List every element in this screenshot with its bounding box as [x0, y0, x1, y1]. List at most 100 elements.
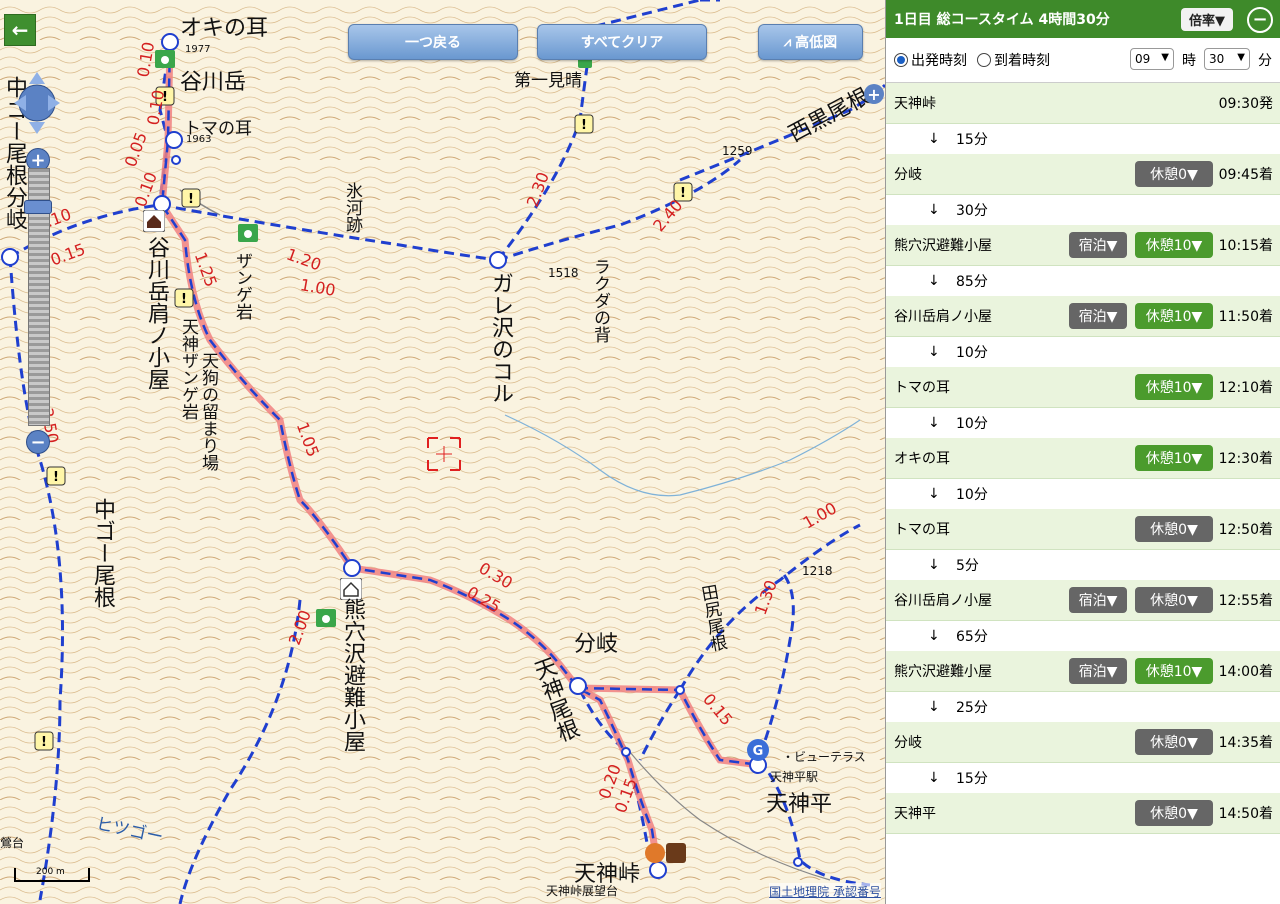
depart-radio[interactable] — [894, 53, 908, 67]
label-alt-1259: 1259 — [722, 144, 753, 158]
warning-icon[interactable]: ! — [181, 188, 201, 208]
rest-dropdown[interactable]: 休憩10▼ — [1135, 658, 1213, 684]
waypoint-name: 熊穴沢避難小屋 — [894, 664, 992, 680]
ropeway-station-icon[interactable]: G — [746, 738, 770, 762]
rest-dropdown[interactable]: 休憩10▼ — [1135, 303, 1213, 329]
segment-row: ↓ 25分 — [886, 692, 1280, 722]
warning-icon[interactable]: ! — [174, 288, 194, 308]
label-tenjindaira-station: 天神平駅 — [770, 770, 819, 784]
rest-dropdown[interactable]: 休憩0▼ — [1135, 516, 1213, 542]
camera-icon[interactable] — [316, 609, 336, 627]
stay-dropdown[interactable]: 宿泊▼ — [1069, 303, 1127, 329]
rest-dropdown[interactable]: 休憩0▼ — [1135, 729, 1213, 755]
svg-text:!: ! — [581, 118, 587, 133]
segment-duration: 30分 — [956, 203, 988, 219]
label-tenjin-zange: 天神ザンゲ岩 — [178, 318, 198, 420]
label-zange: ザンゲ岩 — [232, 252, 252, 320]
down-arrow-icon: ↓ — [928, 628, 940, 644]
stay-dropdown[interactable]: 宿泊▼ — [1069, 658, 1127, 684]
segment-row: ↓ 65分 — [886, 621, 1280, 651]
waypoint-time: 09:30発 — [1218, 96, 1273, 112]
waypoint-time: 12:55着 — [1218, 593, 1273, 609]
waypoint-name: 谷川岳肩ノ小屋 — [894, 309, 992, 325]
waypoint-row: トマの耳 休憩10▼ 12:10着 — [886, 367, 1280, 408]
back-arrow-button[interactable]: ← — [4, 14, 36, 46]
zoom-out-button[interactable]: − — [26, 430, 50, 454]
segment-duration: 10分 — [956, 487, 988, 503]
rest-dropdown[interactable]: 休憩0▼ — [1135, 800, 1213, 826]
segment-duration: 15分 — [956, 132, 988, 148]
waypoint-row: 熊穴沢避難小屋 宿泊▼ 休憩10▼ 10:15着 — [886, 225, 1280, 266]
segment-duration: 25分 — [956, 700, 988, 716]
camera-icon[interactable] — [155, 50, 175, 68]
ratio-dropdown[interactable]: 倍率▼ — [1181, 8, 1233, 31]
label-okinomimi-alt: 1977 — [185, 44, 211, 55]
waypoint-name: オキの耳 — [894, 451, 950, 467]
collapse-icon[interactable]: − — [1247, 7, 1273, 33]
rest-dropdown[interactable]: 休憩10▼ — [1135, 232, 1213, 258]
rest-dropdown[interactable]: 休憩10▼ — [1135, 445, 1213, 471]
segment-duration: 10分 — [956, 416, 988, 432]
down-arrow-icon: ↓ — [928, 699, 940, 715]
label-tenjintoge-view: 天神峠展望台 — [546, 884, 619, 898]
clear-all-button[interactable]: すべてクリア — [537, 24, 707, 60]
scale-bar: 200 m — [14, 867, 90, 882]
warning-icon[interactable]: ! — [574, 114, 594, 134]
label-kata-hut: 谷川岳肩ノ小屋 — [144, 236, 169, 390]
label-tanigawadake: 谷川岳 — [180, 70, 247, 95]
rest-dropdown[interactable]: 休憩10▼ — [1135, 374, 1213, 400]
stay-dropdown[interactable]: 宿泊▼ — [1069, 232, 1127, 258]
rest-dropdown[interactable]: 休憩0▼ — [1135, 587, 1213, 613]
waypoint-name: 谷川岳肩ノ小屋 — [894, 593, 992, 609]
elevation-profile-button[interactable]: ⩘ 高低図 — [758, 24, 863, 60]
segment-row: ↓ 10分 — [886, 408, 1280, 438]
zoom-control[interactable]: + − — [24, 148, 52, 454]
waypoint-time: 14:00着 — [1218, 664, 1273, 680]
warning-icon[interactable]: ! — [34, 731, 54, 751]
course-list: 天神峠 09:30発 ↓ 15分 分岐 休憩0▼ 09:45着 ↓ 30分 熊穴沢避難小屋 宿泊▼ 休… — [886, 83, 1280, 834]
minute-select[interactable]: 30 ▼ — [1204, 48, 1250, 70]
arrive-radio[interactable] — [977, 53, 991, 67]
label-hyogaato: 氷河跡 — [342, 182, 362, 233]
hut-icon[interactable] — [143, 210, 165, 232]
stay-dropdown[interactable]: 宿泊▼ — [1069, 587, 1127, 613]
camera-icon[interactable] — [238, 224, 258, 242]
segment-row: ↓ 15分 — [886, 763, 1280, 793]
depart-label[interactable]: 出発時刻 — [911, 50, 967, 70]
svg-text:!: ! — [53, 470, 59, 485]
rest-dropdown[interactable]: 休憩0▼ — [1135, 161, 1213, 187]
label-kumaana: 熊穴沢避難小屋 — [340, 598, 365, 752]
attribution-link[interactable]: 国土地理院 承認番号 — [769, 883, 881, 900]
down-arrow-icon: ↓ — [928, 273, 940, 289]
segment-row: ↓ 5分 — [886, 550, 1280, 580]
label-alt-1518: 1518 — [548, 266, 579, 280]
shelter-icon[interactable] — [340, 578, 362, 600]
pan-control[interactable] — [12, 70, 62, 136]
segment-row: ↓ 30分 — [886, 195, 1280, 225]
course-panel: 1日目 総コースタイム 4時間30分 倍率▼ − 出発時刻 到着時刻 09 ▼ 時… — [885, 0, 1280, 904]
segment-duration: 10分 — [956, 345, 988, 361]
svg-text:!: ! — [41, 735, 47, 750]
expand-panel-button[interactable]: + — [864, 84, 884, 104]
undo-button[interactable]: 一つ戻る — [348, 24, 518, 60]
arrow-left-icon: ← — [11, 18, 29, 42]
chevron-down-icon: ▼ — [1161, 52, 1169, 63]
waypoint-time: 12:10着 — [1218, 380, 1273, 396]
lift-icon[interactable] — [644, 842, 688, 864]
label-view-terrace: ・ビューテラス — [782, 750, 866, 764]
hour-unit: 時 — [1182, 53, 1196, 69]
minute-unit: 分 — [1258, 53, 1272, 69]
hour-select[interactable]: 09 ▼ — [1130, 48, 1174, 70]
zoom-slider-knob[interactable] — [24, 200, 52, 214]
waypoint-time: 12:50着 — [1218, 522, 1273, 538]
segment-row: ↓ 10分 — [886, 337, 1280, 367]
warning-icon[interactable]: ! — [46, 466, 66, 486]
scale-label: 200 m — [36, 867, 65, 877]
label-okinomimi: オキの耳 — [180, 16, 269, 41]
arrive-label[interactable]: 到着時刻 — [994, 50, 1050, 70]
elevation-profile-label: 高低図 — [795, 35, 838, 51]
segment-row: ↓ 15分 — [886, 124, 1280, 154]
svg-text:!: ! — [181, 292, 187, 307]
panel-header: 1日目 総コースタイム 4時間30分 倍率▼ − — [886, 0, 1280, 38]
map-area[interactable]: ! ! ! ! ! ! ! G オキの耳 1977 谷川岳 トマの耳 1963 … — [0, 0, 885, 904]
